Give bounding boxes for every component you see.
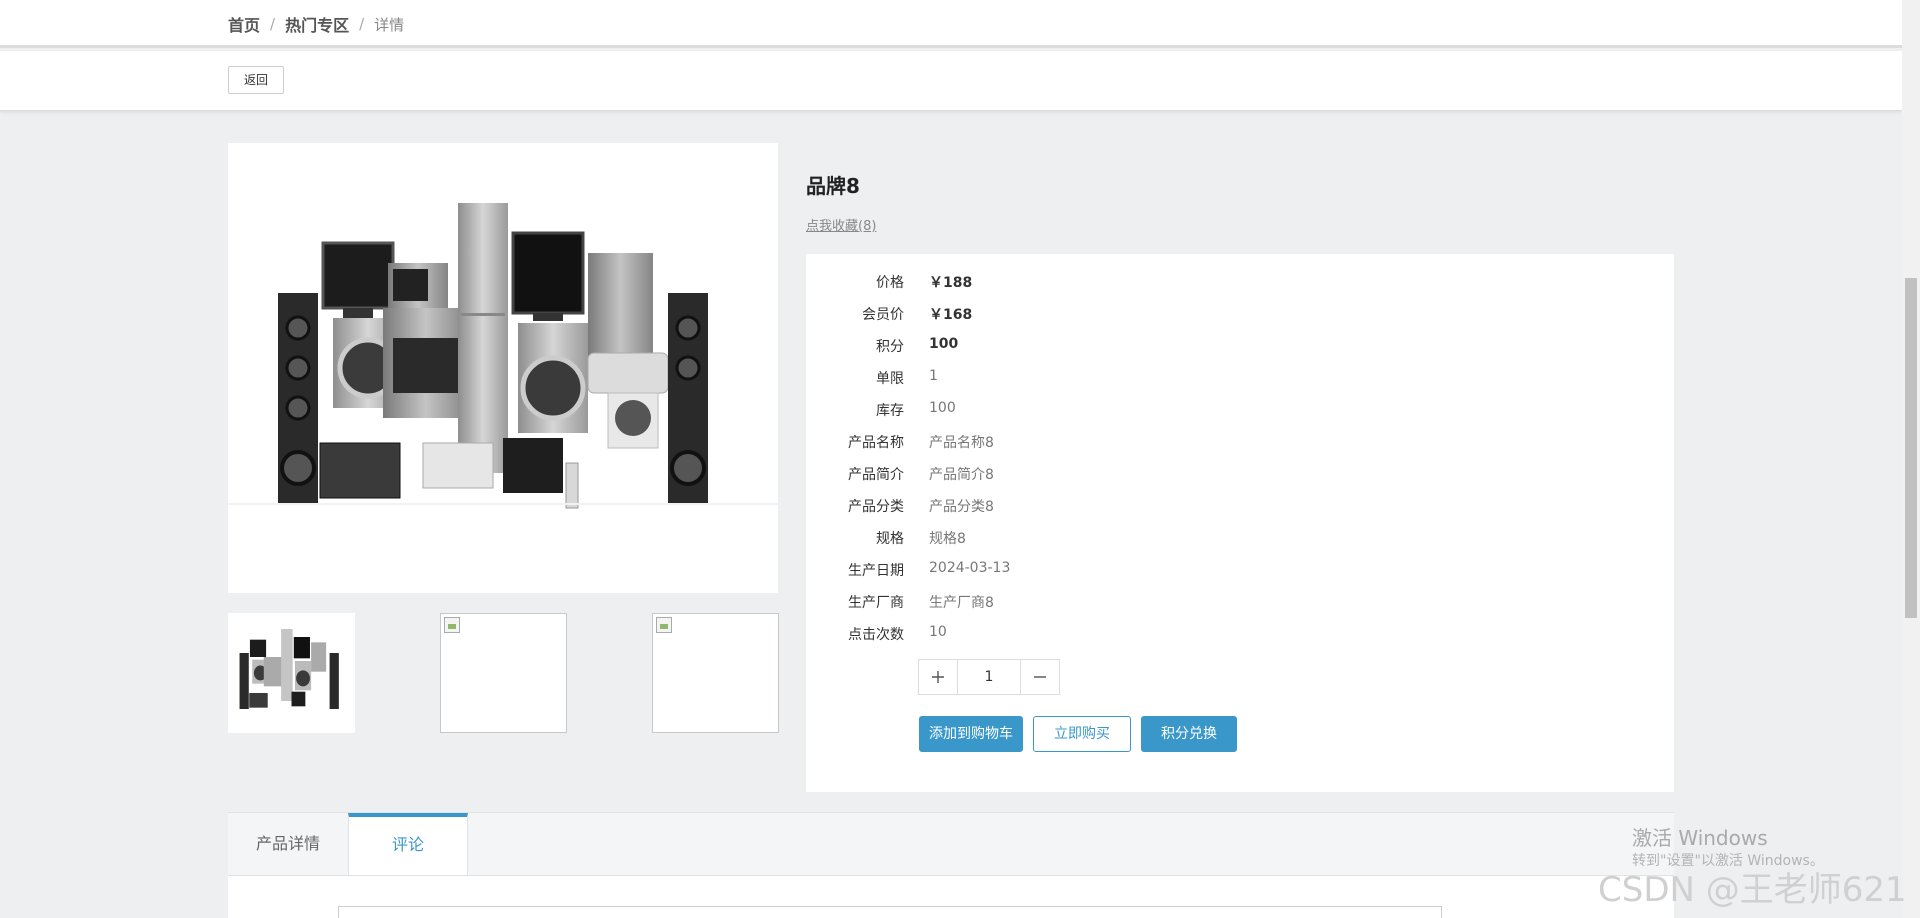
add-to-cart-button[interactable]: 添加到购物车 <box>919 716 1023 752</box>
info-row: 库存 100 <box>806 400 1306 422</box>
quantity-increase-button[interactable] <box>919 660 958 694</box>
quantity-decrease-button[interactable] <box>1020 660 1059 694</box>
product-thumbnail-2[interactable] <box>440 613 567 733</box>
info-row: 点击次数 10 <box>806 624 1306 646</box>
tab-comments[interactable]: 评论 <box>348 813 468 875</box>
info-row: 会员价 ￥168 <box>806 304 1306 326</box>
breadcrumb-section-link[interactable]: 热门专区 <box>285 12 349 36</box>
info-label: 积分 <box>876 339 904 355</box>
product-info-panel: 价格 ￥188 会员价 ￥168 积分 100 单限 1 库存 100 产品名称 产品名称8 产品简介产… <box>806 254 1674 792</box>
product-thumbnail-1[interactable] <box>228 613 355 733</box>
points-exchange-button[interactable]: 积分兑换 <box>1141 716 1237 752</box>
info-row: 单限 1 <box>806 368 1306 390</box>
back-button[interactable]: 返回 <box>228 66 284 94</box>
info-label: 生产厂商 <box>848 595 904 611</box>
product-tabs: 产品详情 评论 <box>228 812 1674 918</box>
breadcrumb-separator: / <box>359 15 365 33</box>
info-row: 产品简介 产品简介8 <box>806 464 1306 486</box>
info-label: 产品名称 <box>848 435 904 451</box>
info-value: 产品分类8 <box>929 499 994 515</box>
broken-image-icon <box>656 617 672 633</box>
info-value: 规格8 <box>929 531 966 547</box>
breadcrumb-separator: / <box>270 15 276 33</box>
info-label: 产品分类 <box>848 499 904 515</box>
info-label: 价格 <box>876 275 904 291</box>
plus-icon <box>932 671 944 683</box>
info-row: 积分 100 <box>806 336 1306 358</box>
breadcrumb: 首页 / 热门专区 / 详情 <box>228 12 404 36</box>
breadcrumb-home-link[interactable]: 首页 <box>228 12 260 36</box>
minus-icon <box>1034 676 1046 678</box>
info-value: 产品名称8 <box>929 435 994 451</box>
breadcrumb-bar: 首页 / 热门专区 / 详情 <box>0 0 1902 48</box>
info-label: 单限 <box>876 371 904 387</box>
broken-image-icon <box>444 617 460 633</box>
info-value: ￥168 <box>929 307 973 323</box>
info-value: 2024-03-13 <box>929 560 1011 576</box>
info-label: 生产日期 <box>848 563 904 579</box>
info-row: 规格 规格8 <box>806 528 1306 550</box>
info-label: 库存 <box>876 403 904 419</box>
info-row: 价格 ￥188 <box>806 272 1306 294</box>
info-row: 生产厂商 生产厂商8 <box>806 592 1306 614</box>
info-label: 会员价 <box>862 307 904 323</box>
product-thumbnail-3[interactable] <box>652 613 779 733</box>
info-value: 100 <box>929 336 959 352</box>
info-label: 产品简介 <box>848 467 904 483</box>
info-row: 生产日期 2024-03-13 <box>806 560 1306 582</box>
comment-editor[interactable] <box>338 906 1442 918</box>
windows-activation-title: 激活 Windows <box>1632 826 1768 850</box>
product-title: 品牌8 <box>806 174 860 198</box>
info-value: ￥188 <box>929 275 973 291</box>
appliances-thumbnail-image <box>239 629 339 709</box>
favorite-link[interactable]: 点我收藏(8) <box>806 215 876 234</box>
csdn-watermark: CSDN @王老师621 <box>1598 870 1907 910</box>
info-value: 10 <box>929 624 947 640</box>
tab-product-details[interactable]: 产品详情 <box>228 813 348 875</box>
info-row: 产品分类 产品分类8 <box>806 496 1306 518</box>
appliances-illustration <box>228 203 778 509</box>
info-value: 1 <box>929 368 938 384</box>
breadcrumb-current: 详情 <box>374 15 405 34</box>
info-value: 100 <box>929 400 956 416</box>
quantity-stepper: 1 <box>918 659 1060 695</box>
scrollbar-thumb[interactable] <box>1905 278 1917 618</box>
info-label: 点击次数 <box>848 627 904 643</box>
page-scrollbar[interactable] <box>1902 0 1920 918</box>
info-value: 生产厂商8 <box>929 595 994 611</box>
info-value: 产品简介8 <box>929 467 994 483</box>
product-main-image <box>228 143 778 593</box>
tab-content <box>228 875 1674 918</box>
info-label: 规格 <box>876 531 904 547</box>
buy-now-button[interactable]: 立即购买 <box>1033 716 1131 752</box>
info-row: 产品名称 产品名称8 <box>806 432 1306 454</box>
quantity-input[interactable]: 1 <box>958 660 1020 694</box>
action-bar: 返回 <box>0 51 1902 111</box>
